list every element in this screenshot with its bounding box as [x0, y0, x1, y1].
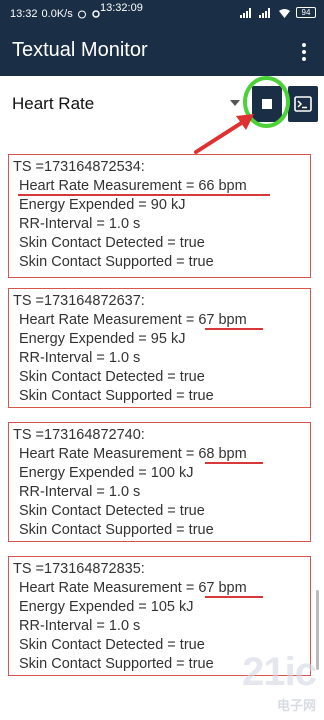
energy-expended: Energy Expended = 95 kJ [19, 331, 186, 347]
rr-interval: RR-Interval = 1.0 s [19, 618, 141, 634]
rr-interval: RR-Interval = 1.0 s [19, 216, 141, 232]
app-title: Textual Monitor [12, 39, 148, 61]
status-time: 13:32 [10, 8, 38, 20]
record-timestamp: TS =173164872740: [13, 427, 145, 443]
heart-rate-measurement: Heart Rate Measurement = 68 bpm [19, 446, 247, 462]
scrollbar[interactable] [316, 590, 319, 670]
skin-contact-supported: Skin Contact Supported = true [19, 254, 214, 270]
sensor-dropdown-label: Heart Rate [12, 94, 95, 113]
heart-rate-measurement: Heart Rate Measurement = 67 bpm [19, 312, 247, 328]
skin-contact-detected: Skin Contact Detected = true [19, 503, 205, 519]
skin-contact-supported: Skin Contact Supported = true [19, 388, 214, 404]
rr-interval: RR-Interval = 1.0 s [19, 350, 141, 366]
heart-rate-measurement: Heart Rate Measurement = 67 bpm [19, 580, 247, 596]
status-right: 94 [240, 7, 316, 18]
app-bar: Textual Monitor [0, 28, 324, 76]
record-timestamp: TS =173164872534: [13, 159, 145, 175]
status-left: 13:32 0.0K/s [10, 8, 101, 20]
rr-interval: RR-Interval = 1.0 s [19, 484, 141, 500]
signal-icon-2 [259, 7, 270, 18]
watermark-subtext: 电子网 [276, 698, 316, 713]
wifi-icon [279, 8, 290, 18]
terminal-icon [294, 96, 312, 112]
record-card: TS =173164872637: Heart Rate Measurement… [8, 288, 311, 408]
more-vert-icon[interactable] [298, 40, 310, 64]
signal-icon [240, 7, 251, 18]
watermark-logo: 21ic 电子网 [242, 650, 317, 714]
annotation-underline [205, 596, 263, 598]
annotation-underline [205, 462, 263, 464]
annotation-arrow [194, 114, 254, 154]
skin-contact-detected: Skin Contact Detected = true [19, 369, 205, 385]
record-card: TS =173164872534: Heart Rate Measurement… [8, 154, 311, 278]
energy-expended: Energy Expended = 90 kJ [19, 197, 186, 213]
energy-expended: Energy Expended = 100 kJ [19, 465, 194, 481]
energy-expended: Energy Expended = 105 kJ [19, 599, 194, 615]
console-button[interactable] [288, 86, 318, 122]
skin-contact-supported: Skin Contact Supported = true [19, 522, 214, 538]
skin-contact-detected: Skin Contact Detected = true [19, 235, 205, 251]
record-card: TS =173164872740: Heart Rate Measurement… [8, 422, 311, 542]
annotation-underline [205, 328, 263, 330]
alarm-icon [77, 10, 86, 19]
battery-icon: 94 [296, 7, 316, 18]
record-timestamp: TS =173164872637: [13, 293, 145, 309]
status-bar: 13:32 0.0K/s 13:32:09 94 [0, 0, 324, 28]
screen-recording-time: 13:32:09 [100, 2, 143, 14]
status-speed: 0.0K/s [41, 8, 73, 20]
record-timestamp: TS =173164872835: [13, 561, 145, 577]
annotation-underline [18, 194, 270, 196]
arrow-drop-down-icon [230, 100, 240, 106]
watermark-text: 21ic [242, 650, 317, 694]
